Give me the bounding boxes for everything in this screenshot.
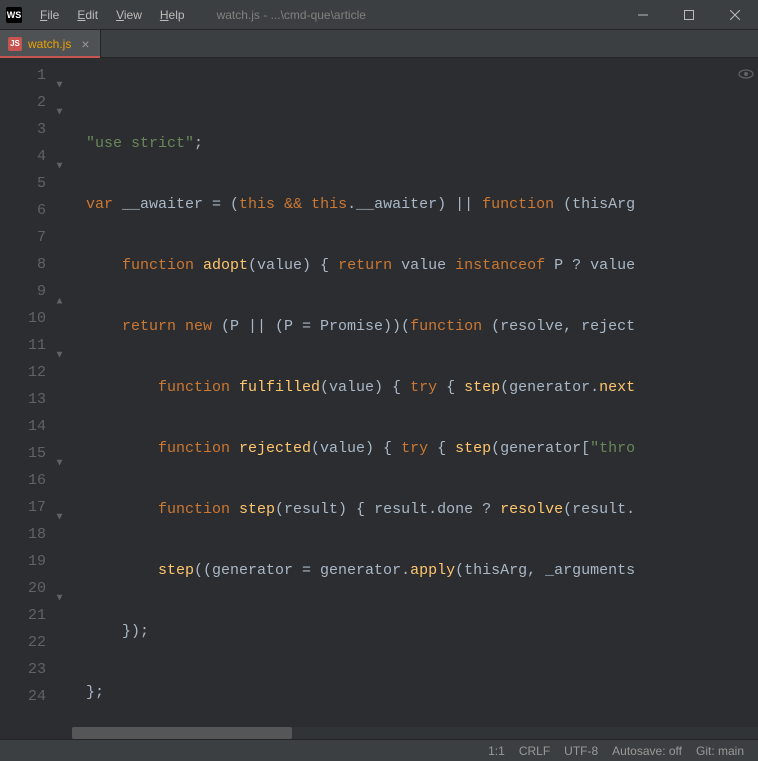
gutter: 1▾ 2▾ 3 4▾ 5 6 7 8 9▴ 10 11▾ 12 13 14 15… [0,58,72,739]
line-number: 9▴ [0,278,72,305]
line-number: 3 [0,116,72,143]
line-number: 16 [0,467,72,494]
code-line: function rejected(value) { try { step(ge… [86,435,758,462]
code-area[interactable]: "use strict"; var __awaiter = (this && t… [72,58,758,739]
fold-icon[interactable]: ▾ [55,71,64,80]
line-number: 12 [0,359,72,386]
code-line: function step(result) { result.done ? re… [86,496,758,523]
line-number: 19 [0,548,72,575]
editor[interactable]: 1▾ 2▾ 3 4▾ 5 6 7 8 9▴ 10 11▾ 12 13 14 15… [0,58,758,739]
fold-icon[interactable]: ▾ [55,341,64,350]
line-number: 5 [0,170,72,197]
line-number: 20▾ [0,575,72,602]
fold-icon[interactable]: ▾ [55,584,64,593]
line-number: 14 [0,413,72,440]
line-separator[interactable]: CRLF [519,744,550,758]
code-line: }; [86,679,758,706]
line-number: 1▾ [0,62,72,89]
line-number: 6 [0,197,72,224]
line-number: 15▾ [0,440,72,467]
close-button[interactable] [712,0,758,30]
line-number: 2▾ [0,89,72,116]
autosave-status[interactable]: Autosave: off [612,744,682,758]
line-number: 4▾ [0,143,72,170]
fold-icon[interactable]: ▾ [55,449,64,458]
tab-label: watch.js [28,37,71,51]
fold-icon[interactable]: ▾ [55,152,64,161]
line-number: 22 [0,629,72,656]
scrollbar-thumb[interactable] [72,727,292,739]
code-line: "use strict"; [86,130,758,157]
inspection-eye-icon[interactable] [738,66,754,82]
code-line: function fulfilled(value) { try { step(g… [86,374,758,401]
tab-watch-js[interactable]: JS watch.js × [0,30,101,57]
tab-bar: JS watch.js × [0,30,758,58]
status-bar: 1:1 CRLF UTF-8 Autosave: off Git: main [0,739,758,761]
line-number: 18 [0,521,72,548]
menu-edit[interactable]: Edit [69,4,106,26]
line-number: 17▾ [0,494,72,521]
code-line: var __awaiter = (this && this.__awaiter)… [86,191,758,218]
file-encoding[interactable]: UTF-8 [564,744,598,758]
cursor-position[interactable]: 1:1 [488,744,505,758]
line-number: 24 [0,683,72,710]
code-line: step((generator = generator.apply(thisAr… [86,557,758,584]
title-bar: WS File Edit View Help watch.js - ...\cm… [0,0,758,30]
line-number: 8 [0,251,72,278]
minimize-button[interactable] [620,0,666,30]
tab-close-icon[interactable]: × [81,37,89,51]
js-file-icon: JS [8,37,22,51]
line-number: 10 [0,305,72,332]
menu-file[interactable]: File [32,4,67,26]
fold-icon[interactable]: ▾ [55,98,64,107]
git-branch[interactable]: Git: main [696,744,744,758]
maximize-button[interactable] [666,0,712,30]
line-number: 23 [0,656,72,683]
line-number: 7 [0,224,72,251]
code-line: function adopt(value) { return value ins… [86,252,758,279]
fold-icon[interactable]: ▾ [55,503,64,512]
menu-view[interactable]: View [108,4,150,26]
app-icon: WS [6,7,22,23]
code-line: }); [86,618,758,645]
code-line: return new (P || (P = Promise))(function… [86,313,758,340]
main-menu: File Edit View Help [32,4,193,26]
window-title: watch.js - ...\cmd-que\article [217,8,366,22]
line-number: 13 [0,386,72,413]
window-controls [620,0,758,30]
fold-icon[interactable]: ▴ [55,287,64,296]
horizontal-scrollbar[interactable] [72,727,758,739]
line-number: 11▾ [0,332,72,359]
line-number: 21 [0,602,72,629]
menu-help[interactable]: Help [152,4,193,26]
